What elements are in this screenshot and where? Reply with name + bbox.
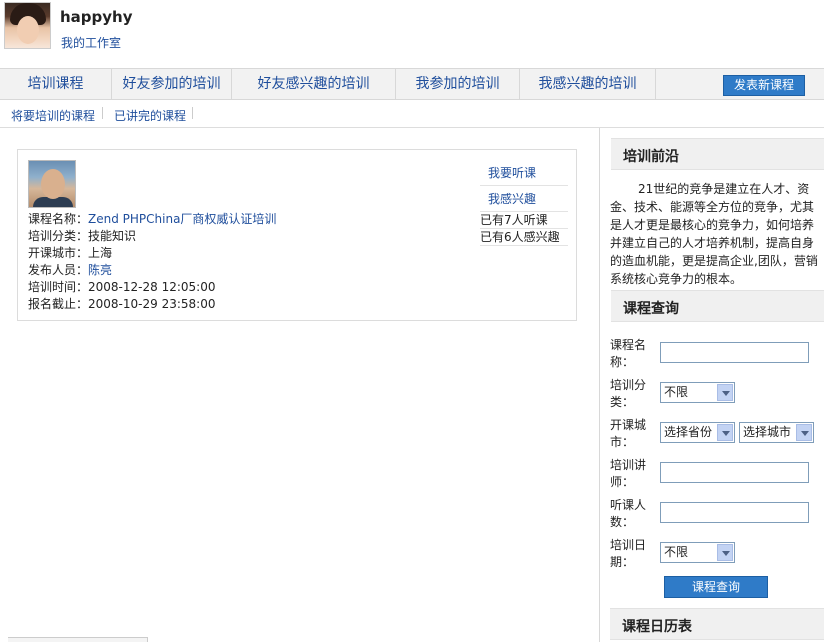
query-province-value: 选择省份 <box>664 425 713 439</box>
course-category-label: 培训分类： <box>28 229 89 243</box>
query-category-label: 培训分类： <box>610 378 647 409</box>
course-publisher-row: 发布人员：陈亮 <box>28 261 112 278</box>
course-city-row: 开课城市：上海 <box>28 244 112 261</box>
course-category-value: 技能知识 <box>88 229 137 243</box>
course-name-row: 课程名称：Zend PHPChina厂商权威认证培训 <box>28 210 276 227</box>
calendar-header: 课程日历表 <box>610 608 824 640</box>
chevron-down-icon[interactable] <box>717 384 733 401</box>
course-name-link[interactable]: Zend PHPChina厂商权威认证培训 <box>88 212 276 226</box>
course-time-label: 培训时间： <box>28 280 89 294</box>
calendar-title: 课程日历表 <box>622 619 692 635</box>
course-deadline-value: 2008-10-29 23:58:00 <box>88 297 216 311</box>
query-title: 课程查询 <box>623 301 679 317</box>
course-publisher-link[interactable]: 陈亮 <box>88 263 112 277</box>
query-course-name-label: 课程名称： <box>610 338 647 369</box>
chevron-down-icon[interactable] <box>796 424 812 441</box>
query-category-value: 不限 <box>664 385 689 399</box>
main-nav: 培训课程 好友参加的培训 好友感兴趣的培训 我参加的培训 我感兴趣的培训 发表新… <box>0 68 824 100</box>
course-city-value: 上海 <box>88 246 113 260</box>
course-deadline-label: 报名截止： <box>28 297 89 311</box>
tab-training-courses[interactable]: 培训课程 <box>0 69 112 99</box>
chevron-down-icon[interactable] <box>717 544 733 561</box>
sub-nav-divider <box>192 107 193 119</box>
username: happyhy <box>60 8 133 26</box>
course-name-label: 课程名称： <box>28 212 89 226</box>
frontier-header: 培训前沿 <box>611 138 824 170</box>
user-avatar[interactable] <box>4 2 51 49</box>
query-city-label: 开课城市： <box>610 418 647 449</box>
course-deadline-row: 报名截止：2008-10-29 23:58:00 <box>28 295 215 312</box>
query-audience-input[interactable] <box>660 502 809 523</box>
course-publisher-label: 发布人员： <box>28 263 89 277</box>
query-header: 课程查询 <box>611 290 824 322</box>
sub-nav-divider <box>102 107 103 119</box>
query-city-value: 选择城市 <box>743 425 792 439</box>
query-date-select[interactable]: 不限 <box>660 542 735 563</box>
my-studio-link[interactable]: 我的工作室 <box>61 34 121 51</box>
photo-head <box>41 169 65 199</box>
sub-nav: 将要培训的课程 已讲完的课程 <box>0 100 824 128</box>
query-audience-label: 听课人数： <box>610 498 647 529</box>
course-time-value: 2008-12-28 12:05:00 <box>88 280 216 294</box>
query-category-select[interactable]: 不限 <box>660 382 735 403</box>
chevron-down-icon[interactable] <box>717 424 733 441</box>
query-teacher-label: 培训讲师： <box>610 458 647 489</box>
query-teacher-input[interactable] <box>660 462 809 483</box>
tab-my-attending[interactable]: 我参加的培训 <box>396 69 520 99</box>
course-category-row: 培训分类：技能知识 <box>28 227 136 244</box>
bottom-scrollbar[interactable] <box>8 637 148 642</box>
tab-friends-interested[interactable]: 好友感兴趣的培训 <box>232 69 396 99</box>
query-province-select[interactable]: 选择省份 <box>660 422 735 443</box>
attend-course-link[interactable]: 我要听课 <box>480 160 568 186</box>
course-card: 课程名称：Zend PHPChina厂商权威认证培训 培训分类：技能知识 开课城… <box>17 149 577 321</box>
course-actions: 我要听课 我感兴趣 已有7人听课 已有6人感兴趣 <box>480 160 568 246</box>
attending-count: 已有7人听课 <box>480 212 568 229</box>
sub-upcoming-courses[interactable]: 将要培训的课程 <box>11 107 95 124</box>
interested-course-link[interactable]: 我感兴趣 <box>480 186 568 212</box>
course-time-row: 培训时间：2008-12-28 12:05:00 <box>28 278 215 295</box>
header: happyhy 我的工作室 <box>0 0 824 68</box>
publisher-photo[interactable] <box>28 160 76 208</box>
publish-course-button[interactable]: 发表新课程 <box>723 75 805 96</box>
frontier-title: 培训前沿 <box>623 149 679 165</box>
query-city-select[interactable]: 选择城市 <box>739 422 814 443</box>
course-query-button[interactable]: 课程查询 <box>664 576 768 598</box>
frontier-text: 21世纪的竞争是建立在人才、资金、技术、能源等全方位的竞争，尤其是人才更是最核心… <box>610 182 818 286</box>
sub-finished-courses[interactable]: 已讲完的课程 <box>114 107 186 124</box>
query-date-value: 不限 <box>664 545 689 559</box>
query-course-name-input[interactable] <box>660 342 809 363</box>
avatar-face <box>17 16 39 44</box>
course-city-label: 开课城市： <box>28 246 89 260</box>
interested-count: 已有6人感兴趣 <box>480 229 568 246</box>
tab-my-interested[interactable]: 我感兴趣的培训 <box>520 69 656 99</box>
tab-friends-attending[interactable]: 好友参加的培训 <box>112 69 232 99</box>
query-date-label: 培训日期： <box>610 538 647 569</box>
